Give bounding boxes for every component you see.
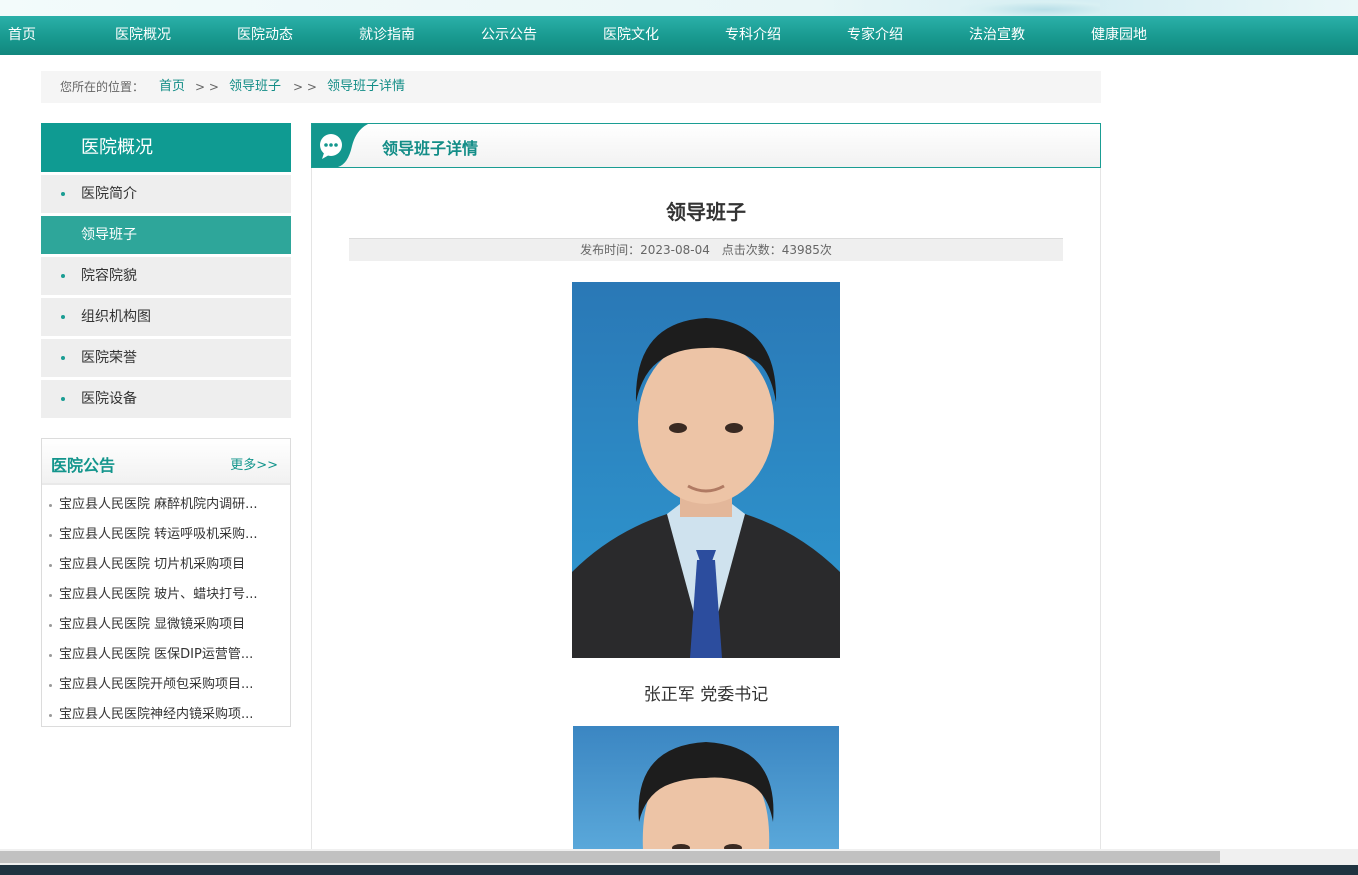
leader-photo	[572, 282, 840, 658]
sidebar-item-label: 组织机构图	[81, 309, 151, 325]
bullet-icon	[49, 594, 52, 597]
top-banner-strip	[0, 0, 1358, 16]
notice-list: 宝应县人民医院 麻醉机院内调研... 宝应县人民医院 转运呼吸机采购... 宝应…	[42, 485, 290, 730]
breadcrumb-home[interactable]: 首页	[159, 71, 185, 103]
article-title: 领导班子	[666, 200, 746, 224]
bullet-icon	[61, 315, 65, 319]
horizontal-scrollbar[interactable]	[0, 849, 1358, 865]
list-item[interactable]: 宝应县人民医院 切片机采购项目	[42, 550, 290, 580]
nav-legal[interactable]: 法治宣教	[969, 16, 1025, 55]
content-header-title: 领导班子详情	[382, 139, 479, 158]
sidebar-item-equipment[interactable]: 医院设备	[41, 380, 291, 418]
content-panel: 领导班子详情 领导班子 发布时间：2023-08-04 点击次数：43985次 …	[311, 123, 1101, 863]
nav-health[interactable]: 健康园地	[1091, 16, 1147, 55]
main-nav: 首页 医院概况 医院动态 就诊指南 公示公告 医院文化 专科介绍 专家介绍 法治…	[0, 16, 1358, 55]
bullet-icon	[49, 624, 52, 627]
bullet-icon	[49, 504, 52, 507]
view-count: 点击次数：43985次	[721, 243, 832, 257]
notice-header: 医院公告 更多>>	[42, 439, 290, 485]
breadcrumb-leaders[interactable]: 领导班子	[229, 71, 281, 103]
cloud-decoration	[960, 0, 1100, 16]
bullet-icon	[49, 684, 52, 687]
notice-link[interactable]: 宝应县人民医院神经内镜采购项...	[59, 707, 253, 722]
nav-departments[interactable]: 专科介绍	[725, 16, 781, 55]
sidebar-title: 医院概况	[41, 123, 291, 172]
list-item[interactable]: 宝应县人民医院神经内镜采购项...	[42, 700, 290, 730]
chat-bubble-icon	[312, 124, 368, 167]
sidebar-item-intro[interactable]: 医院简介	[41, 175, 291, 213]
notice-link[interactable]: 宝应县人民医院开颅包采购项目...	[59, 677, 253, 692]
nav-guide[interactable]: 就诊指南	[359, 16, 415, 55]
sidebar-item-leaders[interactable]: 领导班子	[41, 216, 291, 254]
list-item[interactable]: 宝应县人民医院开颅包采购项目...	[42, 670, 290, 700]
nav-culture[interactable]: 医院文化	[603, 16, 659, 55]
bullet-icon	[61, 233, 65, 237]
list-item[interactable]: 宝应县人民医院 转运呼吸机采购...	[42, 520, 290, 550]
sidebar-item-campus[interactable]: 院容院貌	[41, 257, 291, 295]
sidebar: 医院概况 医院简介 领导班子 院容院貌 组织机构图 医院荣誉 医院设备	[41, 123, 291, 418]
nav-notices[interactable]: 公示公告	[481, 16, 537, 55]
content-header: 领导班子详情	[311, 123, 1101, 168]
notice-link[interactable]: 宝应县人民医院 切片机采购项目	[59, 557, 245, 572]
list-item[interactable]: 宝应县人民医院 玻片、蜡块打号...	[42, 580, 290, 610]
notice-link[interactable]: 宝应县人民医院 医保DIP运营管...	[59, 647, 253, 662]
notice-link[interactable]: 宝应县人民医院 显微镜采购项目	[59, 617, 245, 632]
bullet-icon	[49, 564, 52, 567]
bullet-icon	[49, 534, 52, 537]
nav-news[interactable]: 医院动态	[237, 16, 293, 55]
bullet-icon	[61, 192, 65, 196]
list-item[interactable]: 宝应县人民医院 医保DIP运营管...	[42, 640, 290, 670]
sidebar-item-honors[interactable]: 医院荣誉	[41, 339, 291, 377]
bullet-icon	[61, 274, 65, 278]
sidebar-item-label: 医院设备	[81, 391, 137, 407]
sidebar-item-label: 领导班子	[81, 227, 137, 243]
bullet-icon	[49, 654, 52, 657]
notice-title: 医院公告	[51, 456, 116, 475]
nav-experts[interactable]: 专家介绍	[847, 16, 903, 55]
notice-link[interactable]: 宝应县人民医院 转运呼吸机采购...	[59, 527, 258, 542]
scrollbar-thumb[interactable]	[0, 851, 1220, 863]
bullet-icon	[61, 397, 65, 401]
notice-box: 医院公告 更多>> 宝应县人民医院 麻醉机院内调研... 宝应县人民医院 转运呼…	[41, 438, 291, 727]
sidebar-item-label: 医院简介	[81, 186, 137, 202]
list-item[interactable]: 宝应县人民医院 显微镜采购项目	[42, 610, 290, 640]
bottom-bar	[0, 865, 1358, 875]
publish-time: 发布时间：2023-08-04	[580, 243, 710, 257]
breadcrumb-label: 您所在的位置：	[60, 80, 145, 94]
notice-link[interactable]: 宝应县人民医院 玻片、蜡块打号...	[59, 587, 258, 602]
breadcrumb-current[interactable]: 领导班子详情	[327, 71, 405, 103]
breadcrumb: 您所在的位置： 首页 > > 领导班子 > > 领导班子详情	[41, 71, 1101, 103]
nav-home[interactable]: 首页	[8, 16, 36, 55]
breadcrumb-separator: > >	[293, 80, 317, 94]
sidebar-item-label: 医院荣誉	[81, 350, 137, 366]
breadcrumb-separator: > >	[195, 80, 219, 94]
list-item[interactable]: 宝应县人民医院 麻醉机院内调研...	[42, 490, 290, 520]
notice-more-link[interactable]: 更多>>	[230, 454, 278, 473]
notice-link[interactable]: 宝应县人民医院 麻醉机院内调研...	[59, 497, 258, 512]
bullet-icon	[49, 714, 52, 717]
nav-overview[interactable]: 医院概况	[115, 16, 171, 55]
sidebar-item-label: 院容院貌	[81, 268, 137, 284]
leader-photo	[573, 726, 839, 850]
article-meta: 发布时间：2023-08-04 点击次数：43985次	[349, 238, 1063, 261]
sidebar-item-org-chart[interactable]: 组织机构图	[41, 298, 291, 336]
bullet-icon	[61, 356, 65, 360]
leader-caption: 张正军 党委书记	[643, 685, 769, 705]
